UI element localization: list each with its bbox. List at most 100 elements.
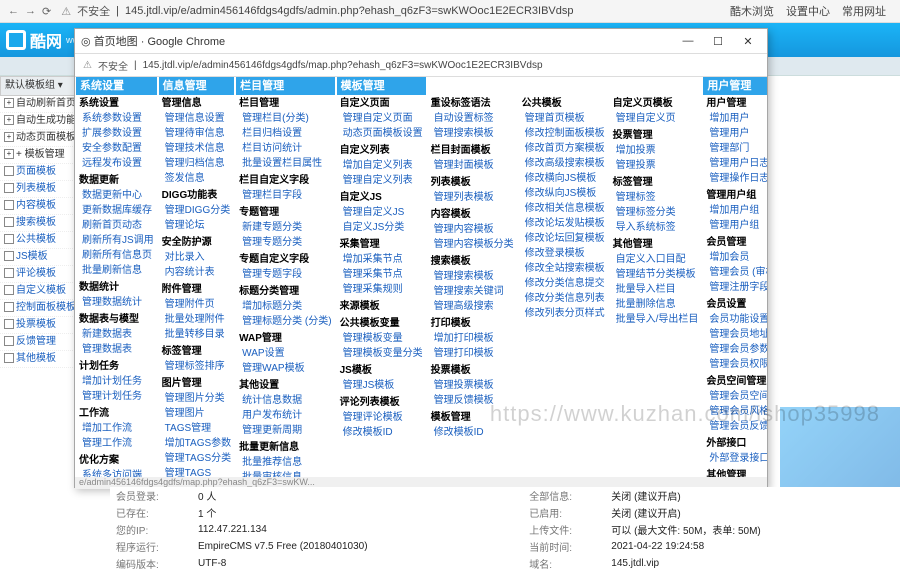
map-link[interactable]: 管理评论模板: [337, 411, 426, 426]
map-link[interactable]: 批量设置栏目属性: [236, 157, 334, 172]
map-link[interactable]: 管理会员 (审核): [703, 266, 767, 281]
map-link[interactable]: 扩展参数设置: [76, 127, 157, 142]
map-link[interactable]: 增加TAGS参数: [159, 437, 234, 452]
map-link[interactable]: 安全参数配置: [76, 142, 157, 157]
tree-item[interactable]: +自动刷新首页: [0, 96, 75, 113]
map-link[interactable]: 管理搜索模板: [428, 127, 517, 142]
map-link[interactable]: 管理内容模板: [428, 223, 517, 238]
map-link[interactable]: 修改分类信息提交: [519, 277, 608, 292]
map-link[interactable]: 管理投票: [610, 159, 702, 174]
map-link[interactable]: 管理模板变量: [337, 332, 426, 347]
map-link[interactable]: 统计信息数据: [236, 394, 334, 409]
map-link[interactable]: 管理归档信息: [159, 157, 234, 172]
map-link[interactable]: 管理计划任务: [76, 390, 157, 405]
back-icon[interactable]: ←: [8, 5, 19, 18]
map-link[interactable]: 管理会员反馈: [703, 420, 767, 435]
map-link[interactable]: 增加采集节点: [337, 253, 426, 268]
tree-item[interactable]: +自动生成功能: [0, 113, 75, 130]
map-link[interactable]: 管理自定义JS: [337, 206, 426, 221]
map-link[interactable]: 管理用户日志: [703, 157, 767, 172]
map-link[interactable]: 管理技术信息: [159, 142, 234, 157]
map-link[interactable]: 会员功能设置: [703, 313, 767, 328]
map-link[interactable]: 管理标题分类 (分类): [236, 315, 334, 330]
map-link[interactable]: 自定义JS分类: [337, 221, 426, 236]
map-link[interactable]: 批量转移目录: [159, 328, 234, 343]
map-link[interactable]: 批量推荐信息: [236, 456, 334, 471]
map-link[interactable]: 管理数据统计: [76, 296, 157, 311]
map-link[interactable]: 管理待审信息: [159, 127, 234, 142]
map-link[interactable]: 远程发布设置: [76, 157, 157, 172]
tree-item[interactable]: 评论模板: [0, 266, 75, 283]
map-link[interactable]: 管理投票模板: [428, 379, 517, 394]
map-link[interactable]: 修改列表分页样式: [519, 307, 608, 322]
tree-item[interactable]: ++ 模板管理: [0, 147, 75, 164]
map-link[interactable]: 管理高级搜索: [428, 300, 517, 315]
map-link[interactable]: 批量删除信息: [610, 298, 702, 313]
map-link[interactable]: 修改论坛回复模板: [519, 232, 608, 247]
tree-item[interactable]: 搜索模板: [0, 215, 75, 232]
tree-item[interactable]: 列表模板: [0, 181, 75, 198]
forward-icon[interactable]: →: [25, 5, 36, 18]
map-link[interactable]: 管理更新周期: [236, 424, 334, 439]
map-link[interactable]: 管理用户组: [703, 219, 767, 234]
map-link[interactable]: 管理封面模板: [428, 159, 517, 174]
map-link[interactable]: 管理标签排序: [159, 360, 234, 375]
map-link[interactable]: 管理工作流: [76, 437, 157, 452]
map-link[interactable]: 增加工作流: [76, 422, 157, 437]
tree-item[interactable]: 其他模板: [0, 351, 75, 368]
map-link[interactable]: 修改相关信息模板: [519, 202, 608, 217]
map-link[interactable]: 管理自定义页: [610, 112, 702, 127]
map-link[interactable]: 管理专题分类: [236, 236, 334, 251]
map-link[interactable]: 管理结节分类模板: [610, 268, 702, 283]
map-link[interactable]: 修改全站搜索模板: [519, 262, 608, 277]
map-link[interactable]: 增加计划任务: [76, 375, 157, 390]
map-link[interactable]: WAP设置: [236, 347, 334, 362]
map-link[interactable]: 刷新所有JS调用: [76, 234, 157, 249]
map-link[interactable]: 管理TAGS: [159, 467, 234, 477]
map-link[interactable]: 管理图片: [159, 407, 234, 422]
map-link[interactable]: 管理TAGS分类: [159, 452, 234, 467]
map-link[interactable]: 管理数据表: [76, 343, 157, 358]
map-link[interactable]: 内容统计表: [159, 266, 234, 281]
map-link[interactable]: 管理信息设置: [159, 112, 234, 127]
map-link[interactable]: 批量处理附件: [159, 313, 234, 328]
map-link[interactable]: 管理首页模板: [519, 112, 608, 127]
map-link[interactable]: 系统参数设置: [76, 112, 157, 127]
map-link[interactable]: 管理用户: [703, 127, 767, 142]
map-link[interactable]: 修改分类信息列表: [519, 292, 608, 307]
bookmark-3[interactable]: 常用网址: [842, 3, 886, 19]
map-link[interactable]: 管理图片分类: [159, 392, 234, 407]
minimize-icon[interactable]: —: [675, 32, 701, 50]
map-link[interactable]: 新建专题分类: [236, 221, 334, 236]
map-link[interactable]: 栏目访问统计: [236, 142, 334, 157]
reload-icon[interactable]: ⟳: [42, 5, 51, 18]
map-link[interactable]: 批量导入/导出栏目: [610, 313, 702, 328]
tree-item[interactable]: 自定义模板: [0, 283, 75, 300]
bookmark-1[interactable]: 酷木浏览: [730, 3, 774, 19]
map-link[interactable]: 管理标签分类: [610, 206, 702, 221]
map-link[interactable]: 管理DIGG分类: [159, 204, 234, 219]
map-link[interactable]: 修改控制面板模板: [519, 127, 608, 142]
tree-item[interactable]: 控制面板模板: [0, 300, 75, 317]
map-link[interactable]: 刷新首页动态: [76, 219, 157, 234]
bookmark-2[interactable]: 设置中心: [786, 3, 830, 19]
map-link[interactable]: 批量刷新信息: [76, 264, 157, 279]
url-bar[interactable]: ⚠ 不安全 | 145.jtdl.vip/e/admin456146fdgs4g…: [61, 3, 714, 19]
tree-item[interactable]: 内容模板: [0, 198, 75, 215]
tree-item[interactable]: JS模板: [0, 249, 75, 266]
map-link[interactable]: 增加打印模板: [428, 332, 517, 347]
map-link[interactable]: 管理会员参数: [703, 343, 767, 358]
map-link[interactable]: 管理注册字段: [703, 281, 767, 296]
map-link[interactable]: 增加会员: [703, 251, 767, 266]
map-link[interactable]: 管理搜索模板: [428, 270, 517, 285]
map-link[interactable]: 管理反馈模板: [428, 394, 517, 409]
map-link[interactable]: 管理内容模板分类: [428, 238, 517, 253]
map-link[interactable]: 管理会员权限: [703, 358, 767, 373]
map-link[interactable]: 对比录入: [159, 251, 234, 266]
map-link[interactable]: 修改高级搜索模板: [519, 157, 608, 172]
map-link[interactable]: 管理采集规则: [337, 283, 426, 298]
map-link[interactable]: 更新数据库缓存: [76, 204, 157, 219]
map-link[interactable]: 管理会员风格: [703, 405, 767, 420]
tree-item[interactable]: +动态页面模板管理: [0, 130, 75, 147]
map-link[interactable]: 用户发布统计: [236, 409, 334, 424]
